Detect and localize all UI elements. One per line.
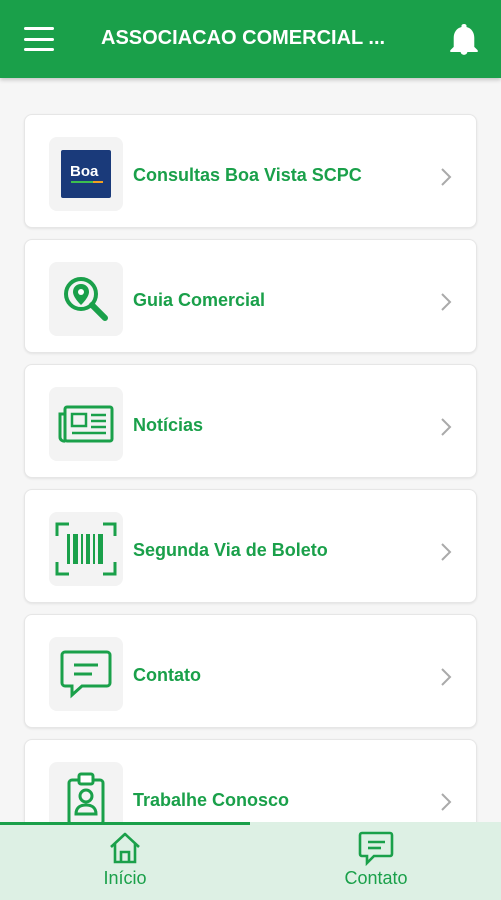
menu-item-label: Contato (133, 665, 201, 685)
menu-item-icon-box (49, 637, 123, 711)
nav-item-label: Contato (344, 868, 408, 888)
menu-list: Boa Consultas Boa Vista SCPC Guia Comerc… (0, 78, 501, 822)
menu-item-label: Segunda Via de Boleto (133, 540, 328, 560)
menu-item-icon-box: Boa (49, 137, 123, 211)
bell-icon[interactable] (450, 24, 478, 56)
menu-icon[interactable] (24, 27, 54, 51)
menu-item-icon-box (49, 512, 123, 586)
menu-item-label: Trabalhe Conosco (133, 790, 290, 810)
nav-item-inicio[interactable]: Início (0, 830, 250, 896)
chevron-right-icon (441, 543, 452, 561)
chat-icon (60, 650, 112, 699)
home-icon (110, 832, 140, 864)
boa-vista-logo-text: Boa (70, 163, 99, 180)
menu-item-label: Consultas Boa Vista SCPC (133, 165, 362, 185)
menu-item-trabalhe-conosco[interactable]: Trabalhe Conosco (24, 739, 477, 822)
chevron-right-icon (441, 293, 452, 311)
menu-item-segunda-via-boleto[interactable]: Segunda Via de Boleto (24, 489, 477, 603)
menu-item-guia-comercial[interactable]: Guia Comercial (24, 239, 477, 353)
chevron-right-icon (441, 418, 452, 436)
menu-item-noticias[interactable]: Notícias (24, 364, 477, 478)
menu-item-icon-box (49, 387, 123, 461)
menu-item-label: Guia Comercial (133, 290, 266, 310)
nav-item-contato[interactable]: Contato (251, 830, 501, 896)
nav-item-label: Início (103, 868, 147, 888)
newspaper-icon (58, 405, 114, 443)
boa-vista-logo: Boa (61, 150, 111, 198)
menu-item-icon-box (49, 262, 123, 336)
active-tab-indicator (0, 822, 250, 825)
app-title: ASSOCIACAO COMERCIAL ... (101, 27, 386, 49)
chat-icon (358, 831, 394, 866)
bottom-navigation: Início Contato (0, 822, 501, 900)
badge-icon (67, 772, 105, 822)
chevron-right-icon (441, 793, 452, 811)
map-search-icon (64, 277, 108, 321)
menu-item-contato[interactable]: Contato (24, 614, 477, 728)
barcode-icon (55, 522, 117, 576)
chevron-right-icon (441, 168, 452, 186)
menu-item-icon-box (49, 762, 123, 822)
chevron-right-icon (441, 668, 452, 686)
menu-item-label: Notícias (133, 415, 204, 435)
menu-item-consultas-boa-vista[interactable]: Boa Consultas Boa Vista SCPC (24, 114, 477, 228)
app-bar: ASSOCIACAO COMERCIAL ... (0, 0, 501, 78)
